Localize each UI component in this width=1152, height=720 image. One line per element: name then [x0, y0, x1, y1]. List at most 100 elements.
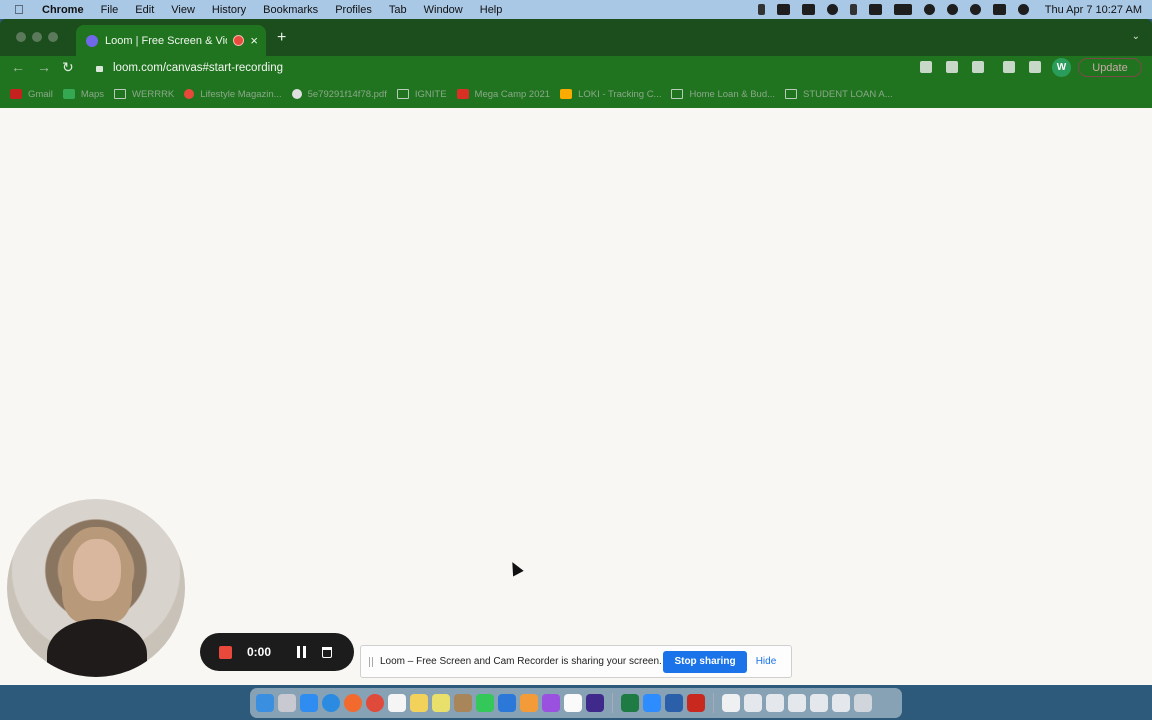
pause-icon[interactable] — [297, 646, 307, 658]
tab-search-chevron-icon[interactable]: ⌄ — [1132, 31, 1140, 42]
house-icon — [560, 89, 573, 99]
excel-icon[interactable] — [621, 694, 639, 712]
folder-icon — [396, 89, 409, 99]
bookmark-loki[interactable]: LOKI - Tracking C... — [560, 89, 661, 100]
apple-icon[interactable]:  — [14, 2, 30, 17]
camera-indicator-icon[interactable] — [920, 61, 932, 73]
bookmark-label: Home Loan & Bud... — [689, 88, 776, 100]
side-panel-icon[interactable] — [1029, 61, 1041, 73]
launchpad-icon[interactable] — [278, 694, 296, 712]
safari-icon[interactable] — [322, 694, 340, 712]
bookmark-gmail[interactable]: Gmail — [10, 89, 53, 100]
bookmark-maps[interactable]: Maps — [62, 89, 104, 100]
stop-sharing-button[interactable]: Stop sharing — [663, 650, 747, 673]
zoom-window-icon[interactable] — [48, 32, 58, 42]
bookmark-pdf[interactable]: 5e79291f14f78.pdf — [291, 88, 387, 100]
window-icon[interactable] — [810, 694, 828, 712]
close-window-icon[interactable] — [16, 32, 26, 42]
menu-edit[interactable]: Edit — [135, 4, 154, 16]
acrobat-icon[interactable] — [687, 694, 705, 712]
stop-recording-button[interactable] — [219, 645, 232, 659]
bookmark-werrrk[interactable]: WERRRK — [114, 89, 174, 100]
slack-icon[interactable] — [564, 694, 582, 712]
window-icon[interactable] — [766, 694, 784, 712]
user-switch-icon[interactable] — [946, 4, 958, 15]
wifi-icon[interactable] — [923, 4, 935, 15]
window-icon[interactable] — [744, 694, 762, 712]
tab-close-icon[interactable]: × — [250, 33, 258, 48]
bookmark-label: 5e79291f14f78.pdf — [307, 88, 387, 100]
bookmark-label: Gmail — [28, 88, 53, 100]
forward-button[interactable]: → — [37, 59, 51, 75]
podcasts-icon[interactable] — [542, 694, 560, 712]
menu-window[interactable]: Window — [424, 4, 463, 16]
notes-icon[interactable] — [388, 694, 406, 712]
zoom-icon[interactable] — [643, 694, 661, 712]
battery-icon[interactable] — [893, 4, 912, 15]
menu-tab[interactable]: Tab — [389, 4, 407, 16]
url-text[interactable]: loom.com/canvas#start-recording — [113, 62, 283, 74]
window-icon[interactable] — [788, 694, 806, 712]
status-area: Thu Apr 7 10:27 AM — [757, 0, 1142, 19]
microphone-icon[interactable] — [757, 4, 765, 15]
keynote-icon[interactable] — [498, 694, 516, 712]
bluetooth-icon[interactable] — [849, 4, 857, 15]
wd-drive-icon[interactable] — [801, 4, 815, 15]
spotlight-search-icon[interactable] — [969, 4, 981, 15]
bookmark-mega-camp[interactable]: Mega Camp 2021 — [456, 89, 550, 100]
amazon-music-icon[interactable] — [586, 694, 604, 712]
document-icon[interactable] — [722, 694, 740, 712]
menu-history[interactable]: History — [212, 4, 246, 16]
stickies-icon[interactable] — [432, 694, 450, 712]
bookmark-star-icon[interactable] — [972, 61, 984, 73]
menu-profiles[interactable]: Profiles — [335, 4, 372, 16]
window-icon[interactable] — [832, 694, 850, 712]
chrome-icon[interactable] — [366, 694, 384, 712]
bookmark-label: IGNITE — [414, 88, 447, 100]
messages-icon[interactable] — [476, 694, 494, 712]
firefox-icon[interactable] — [344, 694, 362, 712]
new-tab-button[interactable]: + — [277, 29, 286, 47]
profile-avatar[interactable]: W — [1052, 58, 1071, 77]
bookmark-lifestyle[interactable]: Lifestyle Magazin... — [184, 89, 282, 100]
pages-icon[interactable] — [520, 694, 538, 712]
menu-bookmarks[interactable]: Bookmarks — [263, 4, 318, 16]
control-center-icon[interactable] — [992, 4, 1006, 15]
play-icon[interactable] — [826, 4, 838, 15]
menu-app-chrome[interactable]: Chrome — [42, 4, 84, 16]
dock-separator — [612, 693, 613, 713]
lock-icon[interactable] — [96, 66, 103, 72]
gmail-icon — [10, 89, 22, 99]
menu-help[interactable]: Help — [480, 4, 503, 16]
address-bar[interactable]: loom.com/canvas#start-recording — [86, 57, 976, 79]
bookmark-student-loan[interactable]: STUDENT LOAN A... — [785, 89, 893, 100]
files-icon[interactable] — [410, 694, 428, 712]
finder-icon[interactable] — [256, 694, 274, 712]
screen-record-icon[interactable] — [776, 4, 790, 15]
hide-button[interactable]: Hide — [755, 656, 777, 667]
update-button[interactable]: Update — [1078, 58, 1142, 77]
back-button[interactable]: ← — [11, 59, 25, 75]
recording-indicator-icon — [233, 35, 245, 46]
word-icon[interactable] — [665, 694, 683, 712]
bookmark-home-loan[interactable]: Home Loan & Bud... — [671, 89, 775, 100]
display-icon[interactable] — [868, 4, 882, 15]
menu-clock[interactable]: Thu Apr 7 10:27 AM — [1045, 4, 1142, 16]
minimize-window-icon[interactable] — [32, 32, 42, 42]
reload-button[interactable]: ↻ — [62, 59, 74, 76]
app-store-icon[interactable] — [300, 694, 318, 712]
siri-icon[interactable] — [1017, 4, 1029, 15]
webcam-bubble[interactable] — [7, 499, 185, 677]
extensions-icon[interactable] — [1003, 61, 1015, 73]
tab-loom[interactable]: Loom | Free Screen & Vide × — [76, 25, 266, 56]
menu-view[interactable]: View — [171, 4, 195, 16]
share-icon[interactable] — [946, 61, 958, 73]
delete-recording-icon[interactable] — [322, 646, 333, 658]
trash-icon[interactable] — [854, 694, 872, 712]
menu-file[interactable]: File — [101, 4, 119, 16]
bookmark-ignite[interactable]: IGNITE — [396, 88, 447, 100]
photos-icon[interactable] — [454, 694, 472, 712]
drag-handle-icon[interactable] — [369, 656, 373, 667]
folder-icon — [671, 89, 684, 99]
menu-bar:  Chrome File Edit View History Bookmark… — [0, 0, 1152, 19]
